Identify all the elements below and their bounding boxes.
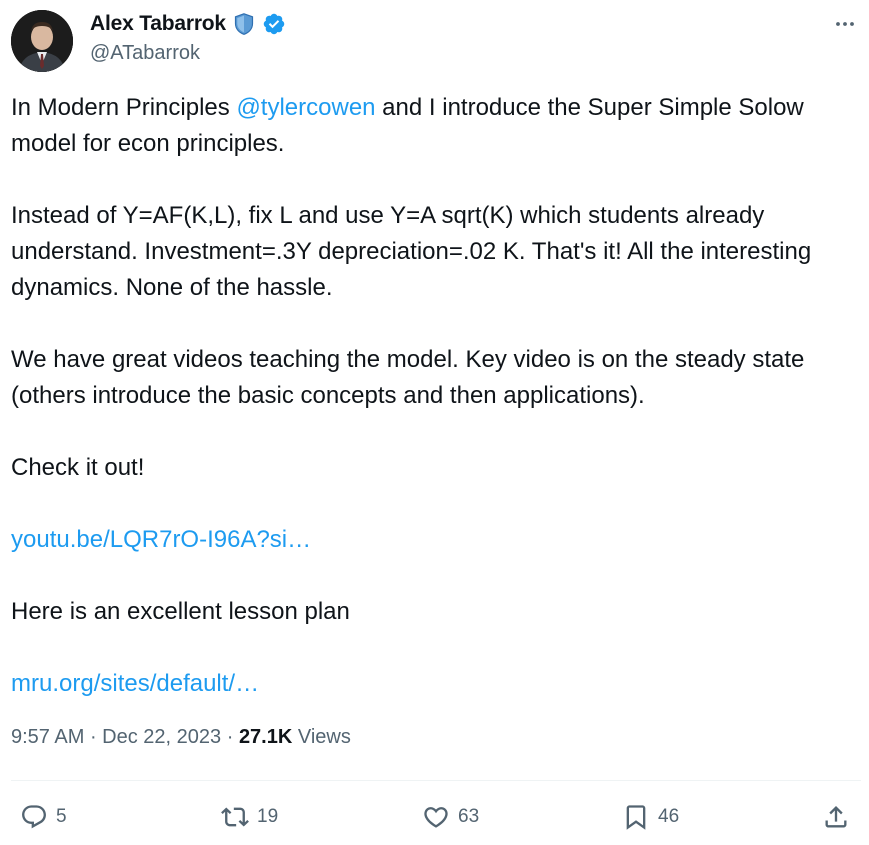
reply-count: 5: [56, 806, 67, 827]
meta-separator: ·: [221, 726, 239, 748]
author-name-row: Alex Tabarrok: [90, 10, 286, 38]
lesson-plan-link[interactable]: mru.org/sites/default/…: [11, 670, 259, 697]
text-segment: In Modern Principles: [11, 94, 237, 121]
tweet-paragraph-1: In Modern Principles @tylercowen and I i…: [11, 90, 856, 162]
share-icon: [825, 806, 847, 828]
like-count: 63: [458, 806, 480, 827]
author-handle[interactable]: @ATabarrok: [90, 42, 200, 65]
bookmark-count: 46: [658, 806, 680, 827]
repost-icon: [221, 807, 249, 827]
tweet: Alex Tabarrok @ATabarrok In Modern Princ…: [0, 0, 869, 845]
meta-separator: ·: [84, 726, 103, 748]
repost-button[interactable]: 19: [221, 795, 278, 839]
more-icon: [836, 22, 854, 26]
tweet-text: In Modern Principles @tylercowen and I i…: [11, 90, 856, 702]
bookmark-icon: [626, 805, 646, 830]
bookmark-button[interactable]: 46: [622, 795, 679, 839]
tweet-paragraph-4: Check it out!: [11, 454, 145, 481]
tweet-meta: 9:57 AM · Dec 22, 2023 · 27.1K Views: [11, 726, 351, 749]
mention-link[interactable]: @tylercowen: [236, 94, 375, 121]
more-options-button[interactable]: [831, 10, 859, 38]
tweet-paragraph-2: Instead of Y=AF(K,L), fix L and use Y=A …: [11, 202, 818, 301]
divider: [11, 780, 861, 781]
reply-icon: [22, 805, 46, 829]
repost-count: 19: [257, 806, 279, 827]
action-bar: 5 19 63 46: [0, 795, 869, 839]
youtube-link[interactable]: youtu.be/LQR7rO-I96A?si…: [11, 526, 311, 553]
reply-button[interactable]: 5: [20, 795, 67, 839]
tweet-paragraph-3: We have great videos teaching the model.…: [11, 346, 812, 409]
like-button[interactable]: 63: [422, 795, 479, 839]
share-button[interactable]: [822, 795, 850, 839]
tweet-date[interactable]: Dec 22, 2023: [102, 726, 221, 749]
avatar[interactable]: [11, 10, 73, 72]
views-count[interactable]: 27.1K: [239, 726, 292, 749]
verified-icon[interactable]: [262, 12, 286, 36]
shield-icon[interactable]: [232, 12, 256, 36]
views-label: Views: [292, 726, 351, 748]
tweet-paragraph-5: Here is an excellent lesson plan: [11, 598, 350, 625]
tweet-time[interactable]: 9:57 AM: [11, 726, 84, 749]
heart-icon: [424, 807, 448, 828]
avatar-image: [11, 10, 73, 72]
author-name[interactable]: Alex Tabarrok: [90, 12, 226, 36]
